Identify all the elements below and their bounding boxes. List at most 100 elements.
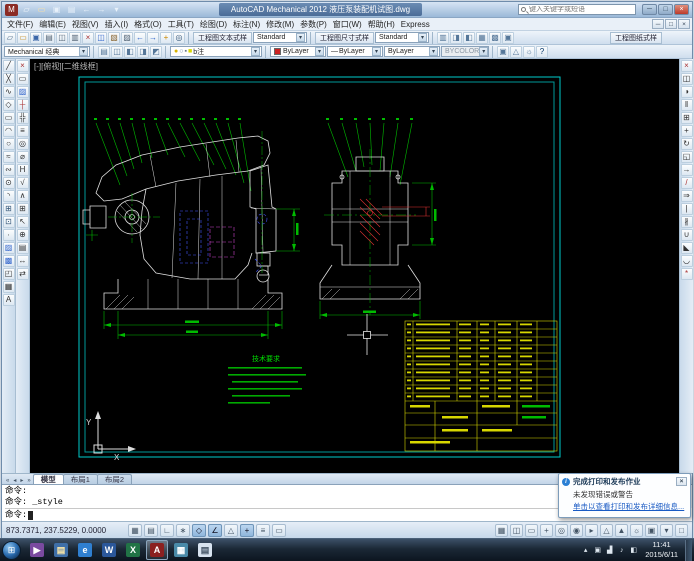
- plot-preview-icon[interactable]: ◫: [56, 32, 68, 44]
- erase-icon[interactable]: ×: [681, 60, 693, 72]
- tray-network-icon[interactable]: ▟: [605, 546, 614, 554]
- qat-plot-icon[interactable]: ▤: [65, 4, 78, 16]
- help-search[interactable]: [518, 4, 636, 15]
- sheet-set-icon[interactable]: ▦: [476, 32, 488, 44]
- mech-help-icon[interactable]: ?: [536, 46, 548, 58]
- maximize-button[interactable]: □: [658, 4, 673, 15]
- chevron-down-icon[interactable]: ▾: [251, 47, 260, 56]
- doc-minimize-button[interactable]: ─: [652, 19, 664, 29]
- quickview-layouts-button[interactable]: ◫: [510, 524, 523, 537]
- mech-hatch-icon[interactable]: ▨: [17, 86, 29, 98]
- osnap-toggle[interactable]: ◇: [192, 524, 206, 537]
- stretch-icon[interactable]: →: [681, 164, 693, 176]
- pan-button[interactable]: +: [540, 524, 553, 537]
- tray-show-hidden-icon[interactable]: ▴: [581, 546, 590, 554]
- mech-construction-icon[interactable]: ╬: [17, 112, 29, 124]
- mirror-icon[interactable]: ◑: [681, 86, 693, 98]
- chevron-down-icon[interactable]: ▾: [372, 47, 381, 56]
- taskbar-media-player[interactable]: ▶: [26, 540, 48, 560]
- grid-toggle[interactable]: ▤: [144, 524, 158, 537]
- chevron-down-icon[interactable]: ▾: [296, 33, 305, 42]
- showmotion-button[interactable]: ▸: [585, 524, 598, 537]
- tab-model[interactable]: 模型: [33, 474, 64, 484]
- cut-icon[interactable]: ×: [82, 32, 94, 44]
- qat-new-icon[interactable]: ▱: [20, 4, 33, 16]
- welding-symbol-icon[interactable]: ∧: [17, 190, 29, 202]
- fits-icon[interactable]: H: [17, 164, 29, 176]
- text-style-button[interactable]: 工程图文本式样: [193, 32, 252, 44]
- taskbar-clock[interactable]: 11:41 2015/6/11: [641, 540, 682, 560]
- array-icon[interactable]: ⊞: [681, 112, 693, 124]
- layer-combo[interactable]: ●○▪■ b注 ▾: [170, 46, 262, 57]
- copy-object-icon[interactable]: ◫: [681, 73, 693, 85]
- feature-control-icon[interactable]: ⊞: [17, 203, 29, 215]
- taskbar-internet-explorer[interactable]: e: [74, 540, 96, 560]
- region-icon[interactable]: ◰: [3, 268, 15, 280]
- chevron-down-icon[interactable]: ▾: [418, 33, 427, 42]
- tray-menu-button[interactable]: ▾: [660, 524, 673, 537]
- tab-layout1[interactable]: 布局1: [63, 474, 98, 484]
- scale-icon[interactable]: ◱: [681, 151, 693, 163]
- gradient-icon[interactable]: ▩: [3, 255, 15, 267]
- publish-icon[interactable]: ▥: [69, 32, 81, 44]
- quickview-drawings-button[interactable]: ▭: [525, 524, 538, 537]
- markup-icon[interactable]: ▩: [489, 32, 501, 44]
- offset-icon[interactable]: ‖: [681, 99, 693, 111]
- ellipse-arc-icon[interactable]: ◝: [3, 190, 15, 202]
- chevron-down-icon[interactable]: ▾: [315, 47, 324, 56]
- centerline-icon[interactable]: ┼: [17, 99, 29, 111]
- save-icon[interactable]: ▣: [30, 32, 42, 44]
- layer-unisolate-icon[interactable]: ◨: [137, 46, 149, 58]
- start-button[interactable]: ⊞: [2, 541, 21, 560]
- color-combo[interactable]: ByLayer▾: [270, 46, 326, 57]
- search-input[interactable]: [529, 6, 633, 13]
- tab-nav-prev-icon[interactable]: ◂: [11, 477, 18, 484]
- join-icon[interactable]: ∪: [681, 229, 693, 241]
- qat-dropdown-icon[interactable]: ▾: [110, 4, 123, 16]
- polar-toggle[interactable]: ∗: [176, 524, 190, 537]
- dim-style-combo[interactable]: Standard▾: [375, 32, 429, 43]
- layer-color-swatch-icon[interactable]: ■: [188, 48, 192, 55]
- point-icon[interactable]: ∙: [3, 229, 15, 241]
- extend-icon[interactable]: ⇒: [681, 190, 693, 202]
- trim-icon[interactable]: /: [681, 177, 693, 189]
- qat-open-icon[interactable]: ▭: [35, 4, 48, 16]
- linetype-combo[interactable]: —ByLayer▾: [327, 46, 383, 57]
- doc-restore-button[interactable]: □: [665, 19, 677, 29]
- move-icon[interactable]: +: [681, 125, 693, 137]
- drawing-viewport[interactable]: [-][俯视][二维线框]: [30, 59, 679, 473]
- lineweight-toggle[interactable]: ≡: [256, 524, 270, 537]
- taskbar-notepad[interactable]: ▤: [194, 540, 216, 560]
- qat-undo-icon[interactable]: ←: [80, 4, 93, 16]
- menu-item[interactable]: 格式(O): [131, 19, 165, 30]
- minimize-button[interactable]: ─: [642, 4, 657, 15]
- workspace-combo[interactable]: Mechanical 经典▾: [4, 46, 90, 57]
- power-dimension-icon[interactable]: ↔: [17, 255, 29, 267]
- new-icon[interactable]: ▱: [4, 32, 16, 44]
- hole-icon[interactable]: ◎: [17, 138, 29, 150]
- menu-item[interactable]: 修改(M): [263, 19, 297, 30]
- ducs-toggle[interactable]: △: [224, 524, 238, 537]
- revision-cloud-icon[interactable]: ≈: [3, 151, 15, 163]
- multiple-dimension-icon[interactable]: ⇄: [17, 268, 29, 280]
- match-layer-icon[interactable]: ▣: [497, 46, 509, 58]
- menu-item[interactable]: 标注(N): [230, 19, 263, 30]
- zoom-realtime-icon[interactable]: ◎: [173, 32, 185, 44]
- break-at-point-icon[interactable]: |: [681, 203, 693, 215]
- tab-layout2[interactable]: 布局2: [97, 474, 132, 484]
- taskbar-excel[interactable]: X: [122, 540, 144, 560]
- menu-item[interactable]: Express: [398, 20, 433, 29]
- ortho-toggle[interactable]: ∟: [160, 524, 174, 537]
- screw-connection-icon[interactable]: ≡: [17, 125, 29, 137]
- copy-icon[interactable]: ◫: [95, 32, 107, 44]
- design-center-icon[interactable]: ◨: [450, 32, 462, 44]
- calculator-icon[interactable]: ▣: [502, 32, 514, 44]
- plot-icon[interactable]: ▤: [43, 32, 55, 44]
- dyn-toggle[interactable]: +: [240, 524, 254, 537]
- paste-icon[interactable]: ▧: [108, 32, 120, 44]
- taskbar-word[interactable]: W: [98, 540, 120, 560]
- mech-options-icon[interactable]: ☼: [523, 46, 535, 58]
- mech-rectangle-icon[interactable]: ▭: [17, 73, 29, 85]
- arc-icon[interactable]: ◠: [3, 125, 15, 137]
- viewport-controls-label[interactable]: [-][俯视][二维线框]: [34, 61, 98, 72]
